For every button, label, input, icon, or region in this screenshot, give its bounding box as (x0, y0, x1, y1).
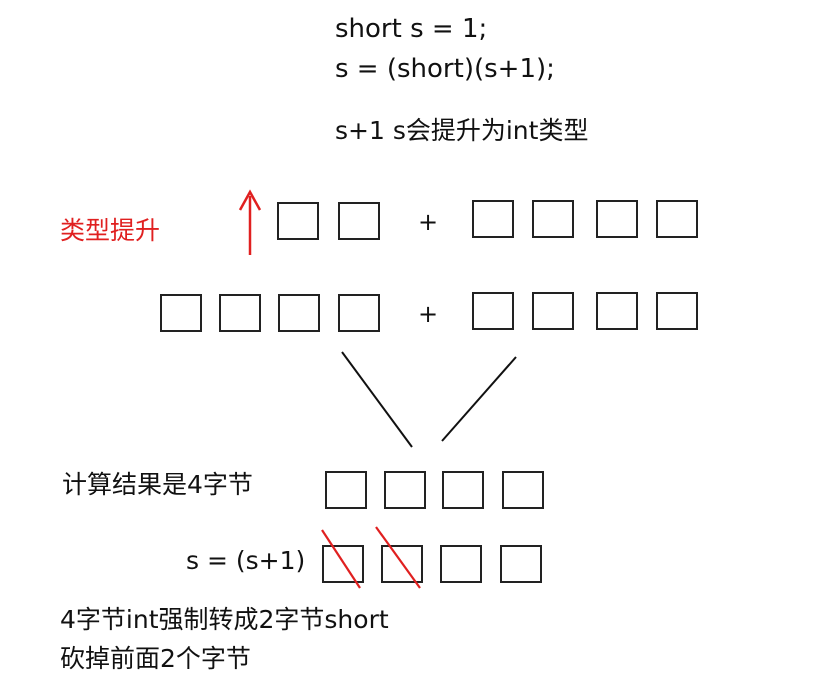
result-byte-box (442, 471, 484, 509)
byte-box (532, 200, 574, 238)
byte-box (472, 292, 514, 330)
plus-sign: + (418, 300, 439, 328)
byte-box (219, 294, 261, 332)
type-promotion-label: 类型提升 (60, 216, 161, 245)
cast-note-line-1: 4字节int强制转成2字节short (60, 605, 389, 634)
byte-box (596, 292, 638, 330)
kept-byte-box (500, 545, 542, 583)
byte-box (338, 294, 380, 332)
merge-line-right (441, 356, 517, 442)
up-arrow-icon (238, 189, 262, 255)
byte-box (277, 202, 319, 240)
code-line-2: s = (short)(s+1); (335, 54, 555, 84)
result-byte-box (502, 471, 544, 509)
byte-box (656, 200, 698, 238)
byte-box (596, 200, 638, 238)
byte-box (160, 294, 202, 332)
promotion-note: s+1 s会提升为int类型 (335, 116, 589, 145)
kept-byte-box (440, 545, 482, 583)
plus-sign: + (418, 208, 439, 236)
result-byte-box (325, 471, 367, 509)
byte-box (472, 200, 514, 238)
result-label: 计算结果是4字节 (62, 470, 253, 499)
code-line-1: short s = 1; (335, 14, 488, 44)
byte-box (278, 294, 320, 332)
merge-line-left (341, 351, 413, 448)
truncated-byte-box (381, 545, 423, 583)
byte-box (656, 292, 698, 330)
result-byte-box (384, 471, 426, 509)
truncated-byte-box (322, 545, 364, 583)
cast-note-line-2: 砍掉前面2个字节 (60, 644, 251, 673)
byte-box (532, 292, 574, 330)
assignment-label: s = (s+1) (186, 546, 306, 575)
byte-box (338, 202, 380, 240)
